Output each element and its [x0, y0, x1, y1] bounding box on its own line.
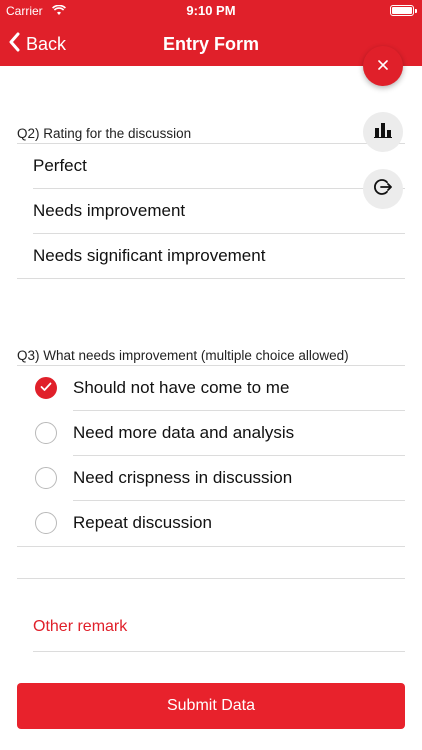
clock-time: 9:10 PM [186, 3, 236, 18]
q3-checkbox-repeat-discussion[interactable] [35, 512, 57, 534]
close-fab-button[interactable] [363, 46, 403, 86]
battery-icon [390, 5, 417, 16]
divider [17, 578, 405, 579]
status-bar: Carrier 9:10 PM [0, 0, 422, 22]
chart-fab-button[interactable] [363, 112, 403, 152]
divider [17, 546, 405, 547]
divider [17, 365, 405, 366]
bar-chart-icon [374, 122, 392, 143]
submit-label: Submit Data [166, 697, 256, 714]
q3-label: Q3) What needs improvement (multiple cho… [17, 348, 349, 363]
divider [17, 278, 405, 279]
divider [73, 410, 405, 411]
checkmark-icon [40, 379, 52, 397]
divider [17, 143, 405, 144]
q3-checkbox-need-more-data[interactable] [35, 422, 57, 444]
divider [33, 233, 405, 234]
q3-checkbox-need-crispness[interactable] [35, 467, 57, 489]
divider [33, 188, 405, 189]
q3-option-need-more-data[interactable]: Need more data and analysis [73, 423, 294, 443]
submit-data-button[interactable]: Submit Data [17, 683, 405, 729]
exit-fab-button[interactable] [363, 169, 403, 209]
divider [73, 455, 405, 456]
q2-label: Q2) Rating for the discussion [17, 126, 192, 141]
q2-option-needs-improvement[interactable]: Needs improvement [33, 201, 185, 221]
page-title: Entry Form [162, 34, 259, 54]
other-remark-field[interactable]: Other remark [33, 618, 127, 636]
q3-checkbox-should-not-have-come[interactable] [35, 377, 57, 399]
divider [33, 651, 405, 652]
close-icon [378, 57, 388, 75]
exit-icon [373, 177, 393, 202]
q3-option-repeat-discussion[interactable]: Repeat discussion [73, 513, 212, 533]
q3-option-need-crispness[interactable]: Need crispness in discussion [73, 468, 292, 488]
q2-option-needs-significant-improvement[interactable]: Needs significant improvement [33, 246, 265, 266]
q2-option-perfect[interactable]: Perfect [33, 156, 87, 176]
q3-option-should-not-have-come[interactable]: Should not have come to me [73, 378, 289, 398]
navigation-bar: Back Entry Form [0, 22, 422, 66]
divider [73, 500, 405, 501]
